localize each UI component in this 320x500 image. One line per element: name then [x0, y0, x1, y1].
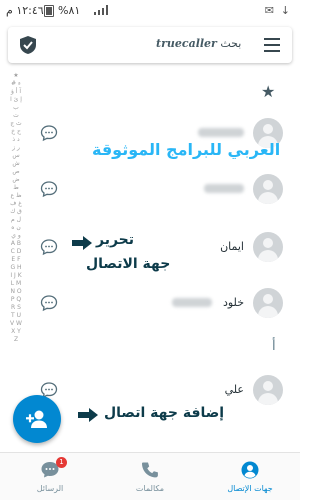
shield-icon[interactable] — [18, 35, 38, 55]
edit-annotation-line2: جهة الاتصال — [86, 256, 171, 272]
message-icon[interactable] — [40, 180, 58, 198]
battery-icon — [44, 5, 54, 17]
phone-icon — [142, 462, 158, 478]
status-bar: ١٢:٤٦ م %٨١ ✉ ↓ — [0, 0, 300, 22]
message-icon[interactable] — [40, 238, 58, 256]
battery-percent: %٨١ — [58, 4, 81, 17]
message-icon[interactable] — [40, 294, 58, 312]
avatar[interactable] — [253, 174, 283, 204]
signal-icon — [94, 5, 108, 15]
contact-name-blurred — [172, 298, 212, 307]
contacts-icon — [241, 461, 259, 479]
search-bar[interactable]: truecaller بحث — [8, 27, 292, 63]
arrow-right-icon — [72, 236, 92, 250]
search-brand: truecaller بحث — [156, 37, 241, 50]
notification-icon: ✉ — [264, 4, 274, 17]
truecaller-logo: truecaller — [156, 37, 217, 50]
arrow-right-icon — [78, 408, 98, 422]
avatar[interactable] — [253, 232, 283, 262]
search-label: بحث — [220, 37, 242, 50]
contact-name-blurred — [198, 128, 244, 137]
add-contact-button[interactable] — [13, 395, 61, 443]
add-contact-annotation: إضافة جهة اتصال — [104, 405, 225, 421]
contact-row[interactable]: خلود — [0, 288, 300, 338]
contact-name: ايمان — [220, 240, 244, 253]
add-contact-icon — [26, 410, 47, 428]
download-icon: ↓ — [280, 4, 290, 17]
watermark-text: العربي للبرامج الموثوقة — [92, 140, 281, 159]
status-time: ١٢:٤٦ م — [6, 4, 44, 17]
tab-messages-label: الرسائل — [36, 484, 64, 493]
contact-row[interactable] — [0, 174, 300, 224]
contact-name: خلود — [222, 296, 244, 309]
message-icon[interactable] — [40, 124, 58, 142]
tab-contacts-label: جهات الإتصال — [227, 484, 273, 493]
tab-messages[interactable]: 1 الرسائل — [0, 453, 100, 500]
contact-name: علي — [224, 383, 244, 396]
unread-badge: 1 — [56, 457, 67, 468]
tab-calls[interactable]: مكالمات — [100, 453, 200, 500]
menu-icon[interactable] — [264, 38, 280, 52]
contact-name-blurred — [204, 184, 244, 193]
tab-contacts[interactable]: جهات الإتصال — [200, 453, 300, 500]
edit-annotation-line1: تحرير — [96, 232, 135, 248]
bottom-navigation: 1 الرسائل مكالمات جهات الإتصال — [0, 452, 300, 500]
section-header: أ — [272, 339, 276, 354]
tab-calls-label: مكالمات — [135, 484, 165, 493]
star-icon: ★ — [261, 82, 276, 101]
avatar[interactable] — [253, 375, 283, 405]
avatar[interactable] — [253, 288, 283, 318]
